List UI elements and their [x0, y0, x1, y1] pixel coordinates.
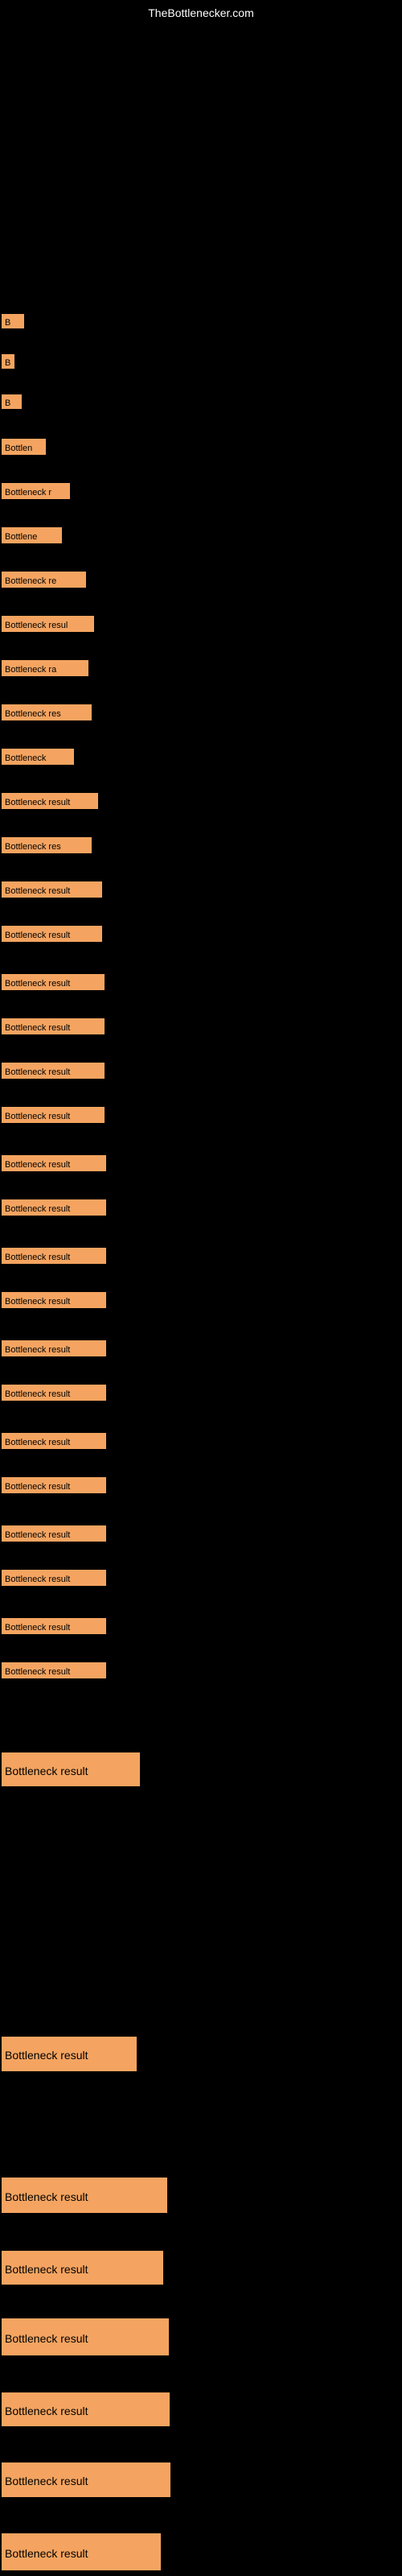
bottleneck-result-item: Bottlen [2, 439, 46, 455]
bottleneck-result-item: Bottleneck result [2, 2037, 137, 2071]
bottleneck-result-item: Bottleneck result [2, 1107, 105, 1123]
bottleneck-result-item: Bottlene [2, 527, 62, 543]
bottleneck-result-item: Bottleneck result [2, 1063, 105, 1079]
bottleneck-result-item: Bottleneck result [2, 1155, 106, 1171]
bottleneck-result-item: Bottleneck res [2, 837, 92, 853]
bottleneck-result-item: Bottleneck result [2, 2462, 170, 2497]
bottleneck-result-item: Bottleneck result [2, 1662, 106, 1678]
bottleneck-result-item: Bottleneck result [2, 793, 98, 809]
bottleneck-result-item: Bottleneck r [2, 483, 70, 499]
bottleneck-result-item: Bottleneck result [2, 1385, 106, 1401]
bottleneck-result-item: Bottleneck resul [2, 616, 94, 632]
bottleneck-result-item: Bottleneck res [2, 704, 92, 720]
bottleneck-result-item: Bottleneck result [2, 1199, 106, 1216]
bottleneck-result-item: Bottleneck result [2, 1018, 105, 1034]
bottleneck-result-item: Bottleneck result [2, 1433, 106, 1449]
bottleneck-result-item: B [2, 394, 22, 409]
bottleneck-result-item: Bottleneck result [2, 881, 102, 898]
bottleneck-result-item: Bottleneck result [2, 1525, 106, 1542]
bottleneck-result-item: B [2, 314, 24, 328]
bottleneck-result-item: Bottleneck result [2, 1752, 140, 1786]
bottleneck-result-item: Bottleneck result [2, 926, 102, 942]
bottleneck-result-item: Bottleneck result [2, 1477, 106, 1493]
bottleneck-result-item: Bottleneck result [2, 1340, 106, 1356]
bottleneck-result-item: Bottleneck result [2, 2251, 163, 2285]
bottleneck-result-item: Bottleneck result [2, 1292, 106, 1308]
bottleneck-result-item: Bottleneck result [2, 1248, 106, 1264]
bottleneck-result-item: Bottleneck result [2, 2392, 170, 2426]
site-title: TheBottlenecker.com [148, 6, 254, 19]
bottleneck-result-item: Bottleneck result [2, 2178, 167, 2213]
bottleneck-result-item: Bottleneck [2, 749, 74, 765]
bottleneck-result-item: Bottleneck result [2, 2318, 169, 2355]
bottleneck-result-item: Bottleneck ra [2, 660, 88, 676]
bottleneck-result-item: Bottleneck result [2, 2533, 161, 2570]
bottleneck-result-item: B [2, 354, 14, 369]
bottleneck-result-item: Bottleneck result [2, 974, 105, 990]
bottleneck-result-item: Bottleneck result [2, 1618, 106, 1634]
bottleneck-result-item: Bottleneck result [2, 1570, 106, 1586]
bottleneck-result-item: Bottleneck re [2, 572, 86, 588]
